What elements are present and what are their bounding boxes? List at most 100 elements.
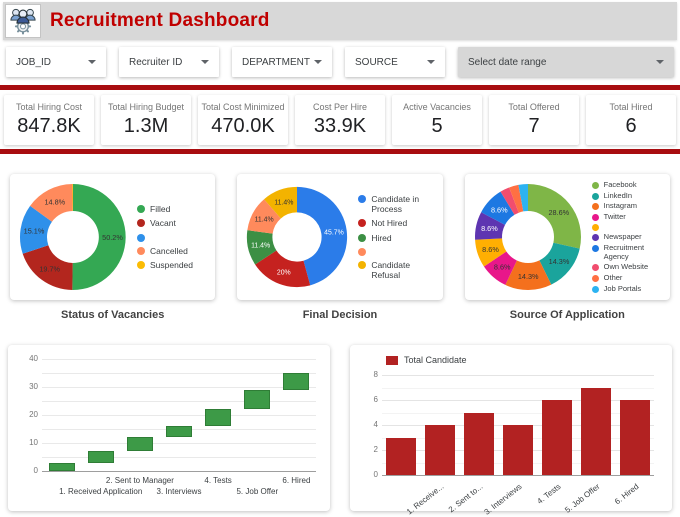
- gridline: [42, 401, 316, 402]
- filter-recruiter-id[interactable]: Recruiter ID: [119, 47, 219, 77]
- slice-label: 14.3%: [548, 257, 569, 266]
- legend-dot: [137, 246, 145, 255]
- legend-label: Not Hired: [371, 218, 408, 229]
- waterfall-box: [126, 437, 153, 452]
- y-tick-label: 2: [373, 445, 378, 454]
- final-decision-chart[interactable]: 45.7% 20% 11.4% 11.4% 11.4% Candidate in Proc…: [237, 174, 443, 300]
- bottom-chart-row: 0 10 20 30 40 1. Received Application 2. Sent …: [8, 345, 672, 517]
- legend-item: Twitter: [591, 211, 666, 222]
- chart-title: Status of Vacancies: [61, 309, 165, 321]
- legend-label: Vacant: [150, 218, 176, 229]
- legend-item: Candidate Refusal: [358, 260, 438, 280]
- legend-label: Twitter: [603, 211, 626, 221]
- legend-dot: [137, 205, 145, 214]
- filter-department-label: DEPARTMENT: [242, 56, 310, 68]
- chart-title: Final Decision: [302, 309, 378, 321]
- legend-dot: [358, 219, 367, 228]
- hiring-funnel-waterfall-chart[interactable]: 0 10 20 30 40 1. Received Application 2. Sent …: [8, 345, 330, 511]
- y-tick-label: 0: [373, 470, 378, 479]
- legend-item: [358, 247, 438, 256]
- bar: [580, 387, 611, 475]
- legend-dot: [591, 274, 599, 282]
- gridline: [382, 412, 654, 414]
- chevron-down-icon: [314, 60, 322, 64]
- x-axis-label: 2. Sent to...: [446, 482, 485, 515]
- team-gear-icon: [5, 4, 41, 38]
- legend-item: Other: [591, 272, 666, 283]
- legend-item: Newspaper: [591, 233, 666, 242]
- chart-legend: Filled Vacant Cancelled Suspended: [137, 204, 193, 270]
- slice-label: 8.6%: [494, 263, 511, 272]
- filter-job-id-label: JOB_ID: [16, 56, 52, 68]
- header: Recruitment Dashboard: [3, 2, 677, 40]
- chart-title: Source Of Application: [509, 309, 625, 321]
- waterfall-box: [87, 451, 114, 463]
- filter-date-range[interactable]: Select date range: [458, 47, 674, 77]
- gridline: [382, 387, 654, 389]
- x-axis-label: 4. Tests: [204, 476, 232, 485]
- legend-item: Not Hired: [358, 218, 438, 228]
- filter-job-id[interactable]: JOB_ID: [6, 47, 106, 77]
- waterfall-box: [205, 409, 232, 427]
- chart-legend: Total Candidate: [386, 355, 467, 365]
- legend-item: LinkedIn: [591, 191, 666, 201]
- kpi-label: Total Hiring Cost: [15, 102, 83, 112]
- bar: [425, 425, 456, 475]
- filter-department[interactable]: DEPARTMENT: [232, 47, 332, 77]
- chevron-down-icon: [201, 60, 209, 64]
- waterfall-box: [166, 426, 192, 438]
- legend-item: [137, 233, 193, 242]
- y-tick-label: 6: [373, 395, 378, 404]
- legend-dot: [137, 233, 145, 242]
- filter-bar: JOB_ID Recruiter ID DEPARTMENT SOURCE Se…: [6, 47, 674, 77]
- chevron-down-icon: [427, 60, 435, 64]
- x-axis-label: 3. Interviews: [482, 482, 524, 517]
- legend-item: Vacant: [137, 218, 193, 228]
- legend-label: Hired: [371, 232, 392, 243]
- bar: [503, 425, 533, 475]
- gridline: [42, 457, 316, 458]
- legend-label: Other: [603, 272, 623, 282]
- kpi-total-hired: Total Hired 6: [586, 95, 676, 145]
- slice-label: 14.3%: [518, 272, 539, 281]
- kpi-label: Total Hiring Budget: [107, 102, 185, 112]
- source-of-application-section: 28.6% 14.3% 14.3% 8.6% 8.6% 8.6% 8.6% Facebook L…: [464, 174, 670, 321]
- filter-source[interactable]: SOURCE: [345, 47, 445, 77]
- gridline: [42, 443, 316, 444]
- bar: [619, 400, 650, 475]
- legend-dot: [358, 194, 367, 203]
- legend-dot: [591, 234, 599, 242]
- legend-label: Facebook: [603, 179, 637, 189]
- status-of-vacancies-chart[interactable]: 50.2% 19.7% 15.1% 14.8% Filled Vacant Cancelle…: [10, 174, 216, 300]
- legend-item: Facebook: [591, 179, 666, 190]
- legend-dot: [591, 264, 599, 272]
- legend-label: Candidate Refusal: [371, 259, 411, 280]
- kpi-cost-per-hire: Cost Per Hire 33.9K: [295, 95, 385, 145]
- gridline: [382, 375, 654, 376]
- kpi-active-vacancies: Active Vacancies 5: [392, 95, 482, 145]
- legend-label: Own Website: [603, 262, 649, 272]
- divider-bottom: [0, 149, 680, 154]
- y-tick-label: 30: [29, 382, 38, 391]
- x-axis-label: 5. Job Offer: [236, 487, 279, 496]
- filter-source-label: SOURCE: [355, 56, 398, 68]
- kpi-label: Total Hired: [609, 102, 653, 112]
- kpi-value: 7: [528, 115, 540, 137]
- slice-label: 8.6%: [481, 224, 498, 233]
- legend-label: Cancelled: [150, 245, 188, 256]
- legend-label: Job Portals: [603, 283, 642, 293]
- x-axis-label: 2. Sent to Manager: [105, 476, 174, 485]
- y-tick-label: 10: [29, 438, 38, 447]
- legend-item: Filled: [137, 204, 193, 214]
- kpi-value: 33.9K: [313, 115, 367, 137]
- legend-item: Suspended: [137, 260, 193, 270]
- legend-item: [591, 223, 666, 232]
- legend-dot: [591, 213, 599, 221]
- total-candidate-bar-chart[interactable]: Total Candidate 0 2 4 6 8 1. Receive... 2. Sen…: [350, 345, 672, 517]
- legend-dot: [137, 219, 145, 228]
- gridline: [42, 373, 316, 374]
- axis-baseline: [382, 475, 654, 476]
- legend-label: Instagram: [603, 201, 638, 211]
- x-axis-label: 1. Received Application: [59, 487, 143, 496]
- source-of-application-chart[interactable]: 28.6% 14.3% 14.3% 8.6% 8.6% 8.6% 8.6% Facebook L…: [464, 174, 670, 300]
